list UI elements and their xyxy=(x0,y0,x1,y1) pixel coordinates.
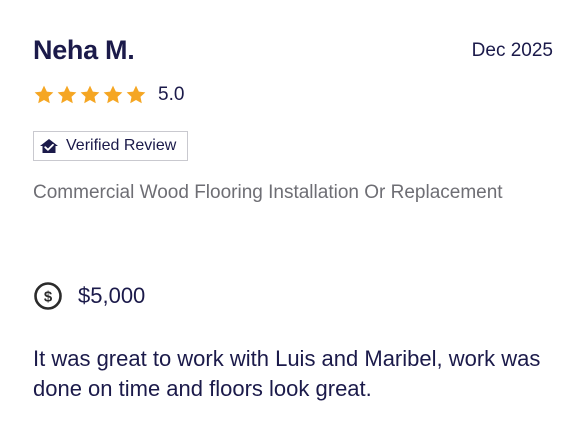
reviewer-name: Neha M. xyxy=(33,35,135,65)
star-icon xyxy=(80,85,100,104)
star-icon xyxy=(126,85,146,104)
dollar-circle-icon: $ xyxy=(34,282,62,310)
star-icon xyxy=(34,85,54,104)
review-card: Neha M. Dec 2025 5.0 Verified Review Com… xyxy=(0,0,585,439)
review-text: It was great to work with Luis and Marib… xyxy=(33,346,541,401)
service-name: Commercial Wood Flooring Installation Or… xyxy=(33,182,503,203)
cost-row: $ $5,000 xyxy=(33,280,145,312)
verified-house-icon xyxy=(40,139,58,153)
star-icon xyxy=(57,85,77,104)
rating-row: 5.0 xyxy=(33,83,184,107)
svg-text:$: $ xyxy=(44,289,53,306)
review-date: Dec 2025 xyxy=(471,40,553,61)
star-rating xyxy=(33,84,148,106)
verified-review-badge: Verified Review xyxy=(33,131,189,161)
verified-review-label: Verified Review xyxy=(66,137,177,154)
project-cost: $5,000 xyxy=(78,283,146,308)
star-icon xyxy=(103,85,123,104)
rating-value: 5.0 xyxy=(158,84,185,105)
